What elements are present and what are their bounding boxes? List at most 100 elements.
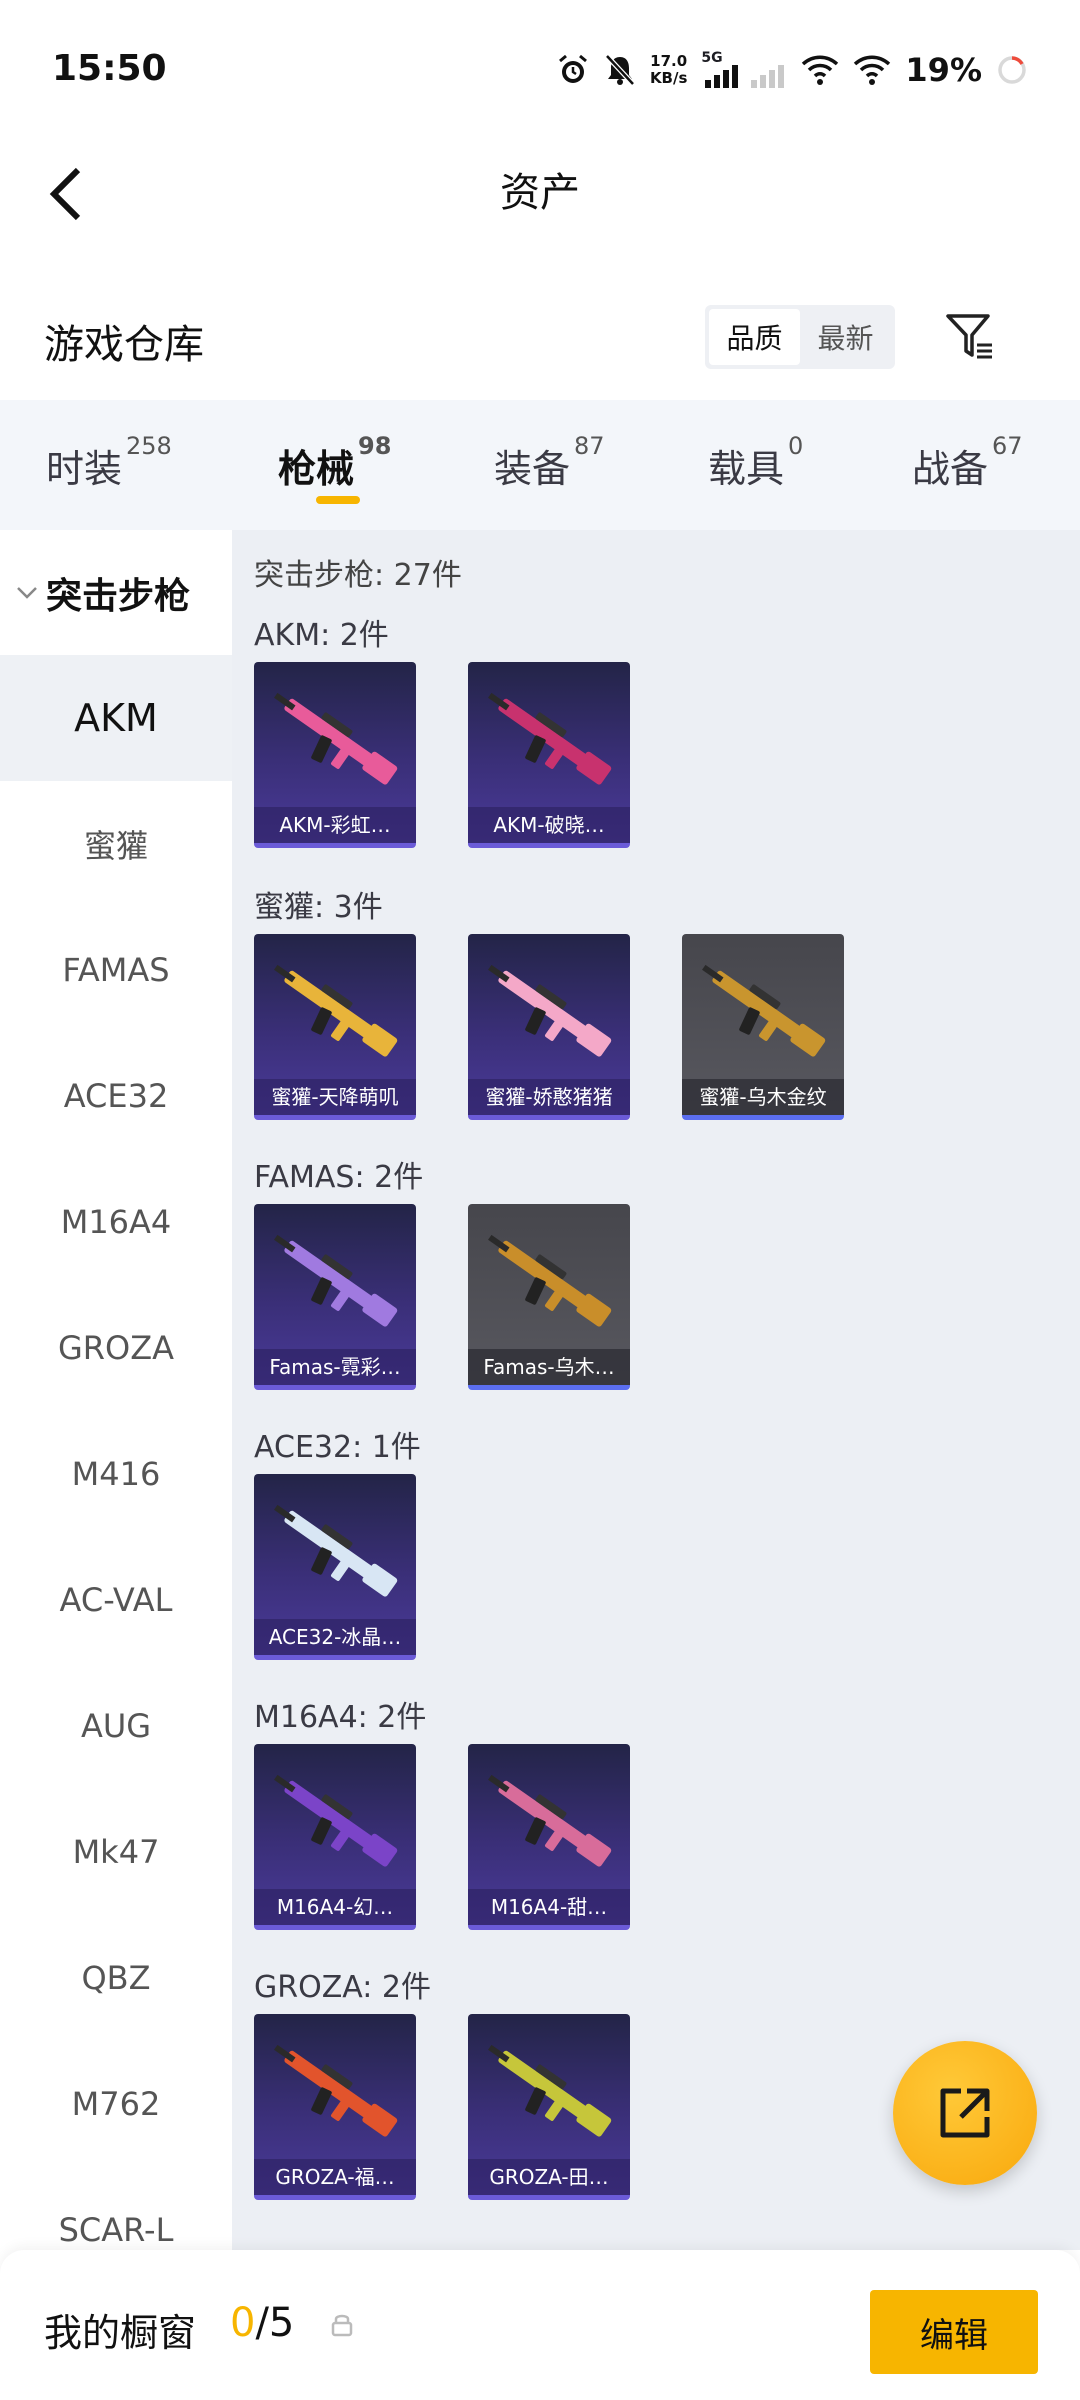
weapon-skin-card[interactable]: M16A4-甜… xyxy=(468,1744,630,1930)
sidebar-item-ac-val[interactable]: AC-VAL xyxy=(0,1537,232,1663)
tab-label: 装备 xyxy=(494,447,571,491)
status-icons: 17.0 KB/s 5G 19% xyxy=(556,48,1028,92)
signal-5g: 5G xyxy=(701,50,739,90)
warehouse-title: 游戏仓库 xyxy=(44,322,204,368)
tab-supplies[interactable]: 战备67 xyxy=(912,432,1023,493)
sidebar-item-m16a4[interactable]: M16A4 xyxy=(0,1159,232,1285)
edit-button[interactable]: 编辑 xyxy=(870,2290,1038,2374)
showcase-count: 0/5 xyxy=(230,2300,294,2346)
filter-icon xyxy=(946,314,992,359)
rifle-skin-icon xyxy=(488,1774,612,1867)
showcase-current: 0 xyxy=(230,2300,256,2346)
weapon-skin-card[interactable]: M16A4-幻… xyxy=(254,1744,416,1930)
tab-count: 67 xyxy=(992,432,1023,460)
page-title: 资产 xyxy=(500,170,580,216)
rifle-skin-icon xyxy=(274,964,398,1057)
weapon-skin-card[interactable]: 蜜獾-乌木金纹 xyxy=(682,934,844,1120)
signal-bars-icon xyxy=(705,64,739,88)
filter-button[interactable] xyxy=(938,305,1002,369)
sidebar-item-m762[interactable]: M762 xyxy=(0,2041,232,2167)
sidebar-item-groza[interactable]: GROZA xyxy=(0,1285,232,1411)
group-label: AKM: 2件 xyxy=(254,618,389,653)
rifle-skin-icon xyxy=(274,1504,398,1597)
sort-toggle: 品质 最新 xyxy=(705,305,895,369)
weapon-skin-name: 蜜獾-天降萌叽 xyxy=(254,1079,416,1115)
weapon-skin-card[interactable]: Famas-霓彩… xyxy=(254,1204,416,1390)
category-tabs: 时装258 枪械98 装备87 载具0 战备67 xyxy=(0,400,1080,530)
weapon-skin-card[interactable]: 蜜獾-天降萌叽 xyxy=(254,934,416,1120)
lock-icon xyxy=(331,2314,353,2337)
showcase-label: 我的橱窗 xyxy=(44,2311,197,2355)
chevron-down-icon xyxy=(17,586,37,599)
weapon-skin-name: M16A4-幻… xyxy=(254,1889,416,1925)
net-speed-value: 17.0 xyxy=(650,52,688,70)
tab-label: 时装 xyxy=(46,447,123,491)
sidebar-category-header[interactable]: 突击步枪 xyxy=(0,530,232,655)
weapon-skin-card[interactable]: GROZA-福… xyxy=(254,2014,416,2200)
tab-count: 258 xyxy=(126,432,172,460)
wifi-2-icon xyxy=(854,55,891,85)
tab-count: 98 xyxy=(358,432,392,460)
weapon-skin-name: Famas-霓彩… xyxy=(254,1349,416,1385)
mute-bell-icon xyxy=(605,54,635,86)
group-label: FAMAS: 2件 xyxy=(254,1160,424,1195)
sort-quality-option[interactable]: 品质 xyxy=(709,309,800,365)
weapon-skin-name: ACE32-冰晶… xyxy=(254,1619,416,1655)
battery-percent: 19% xyxy=(905,51,982,89)
weapon-skin-name: Famas-乌木… xyxy=(468,1349,630,1385)
tab-label: 枪械 xyxy=(278,447,355,491)
rifle-skin-icon xyxy=(488,964,612,1057)
sidebar-item-ace32[interactable]: ACE32 xyxy=(0,1033,232,1159)
weapon-skin-name: GROZA-田… xyxy=(468,2159,630,2195)
weapon-skin-name: 蜜獾-乌木金纹 xyxy=(682,1079,844,1115)
tab-equipment[interactable]: 装备87 xyxy=(494,432,605,493)
tab-label: 载具 xyxy=(708,447,785,491)
group-label: ACE32: 1件 xyxy=(254,1430,421,1465)
weapon-skin-card[interactable]: AKM-破晓… xyxy=(468,662,630,848)
share-export-icon xyxy=(940,2088,990,2138)
app-header: 资产 xyxy=(0,140,1080,250)
tab-vehicles[interactable]: 载具0 xyxy=(708,432,803,493)
rifle-skin-icon xyxy=(274,692,398,785)
weapon-skin-name: 蜜獾-娇憨猪猪 xyxy=(468,1079,630,1115)
weapon-type-sidebar: 突击步枪 AKM 蜜獾 FAMAS ACE32 M16A4 GROZA M416… xyxy=(0,530,232,2250)
tab-firearms[interactable]: 枪械98 xyxy=(278,432,391,493)
sidebar-item-honey-badger[interactable]: 蜜獾 xyxy=(0,781,232,907)
sidebar-item-aug[interactable]: AUG xyxy=(0,1663,232,1789)
weapon-content-panel: 突击步枪: 27件 AKM: 2件 AKM-彩虹… AKM-破晓… 蜜獾: 3件 蜜獾-… xyxy=(232,530,1080,2250)
weapon-skin-card[interactable]: ACE32-冰晶… xyxy=(254,1474,416,1660)
rifle-skin-icon xyxy=(488,692,612,785)
alarm-icon xyxy=(558,54,587,83)
weapon-skin-name: GROZA-福… xyxy=(254,2159,416,2195)
weapon-skin-name: AKM-破晓… xyxy=(468,807,630,843)
sidebar-item-akm[interactable]: AKM xyxy=(0,655,232,781)
sidebar-item-qbz[interactable]: QBZ xyxy=(0,1915,232,2041)
weapon-skin-card[interactable]: 蜜獾-娇憨猪猪 xyxy=(468,934,630,1120)
group-label: GROZA: 2件 xyxy=(254,1970,431,2005)
section-total: 突击步枪: 27件 xyxy=(254,558,462,593)
sidebar-item-m416[interactable]: M416 xyxy=(0,1411,232,1537)
weapon-skin-name: M16A4-甜… xyxy=(468,1889,630,1925)
signal-sim2-icon xyxy=(751,50,787,90)
rifle-skin-icon xyxy=(274,1774,398,1867)
rifle-skin-icon xyxy=(274,1234,398,1327)
sort-newest-option[interactable]: 最新 xyxy=(800,309,891,365)
weapon-skin-card[interactable]: Famas-乌木… xyxy=(468,1204,630,1390)
showcase-total: /5 xyxy=(255,2300,295,2346)
sidebar-item-mk47[interactable]: Mk47 xyxy=(0,1789,232,1915)
sidebar-item-famas[interactable]: FAMAS xyxy=(0,907,232,1033)
net-speed: 17.0 KB/s xyxy=(650,53,687,87)
rifle-skin-icon xyxy=(488,2044,612,2137)
status-time: 15:50 xyxy=(52,48,167,89)
group-label: 蜜獾: 3件 xyxy=(254,890,383,925)
weapon-skin-card[interactable]: AKM-彩虹… xyxy=(254,662,416,848)
active-tab-indicator xyxy=(316,496,360,504)
share-button[interactable] xyxy=(893,2041,1037,2185)
showcase-bar: 我的橱窗 0/5 编辑 xyxy=(0,2250,1080,2400)
tab-count: 87 xyxy=(574,432,605,460)
tab-fashion[interactable]: 时装258 xyxy=(46,432,172,493)
status-bar: 15:50 17.0 KB/s 5G 19% xyxy=(0,0,1080,140)
tab-count: 0 xyxy=(788,432,804,460)
tab-label: 战备 xyxy=(912,447,989,491)
weapon-skin-card[interactable]: GROZA-田… xyxy=(468,2014,630,2200)
